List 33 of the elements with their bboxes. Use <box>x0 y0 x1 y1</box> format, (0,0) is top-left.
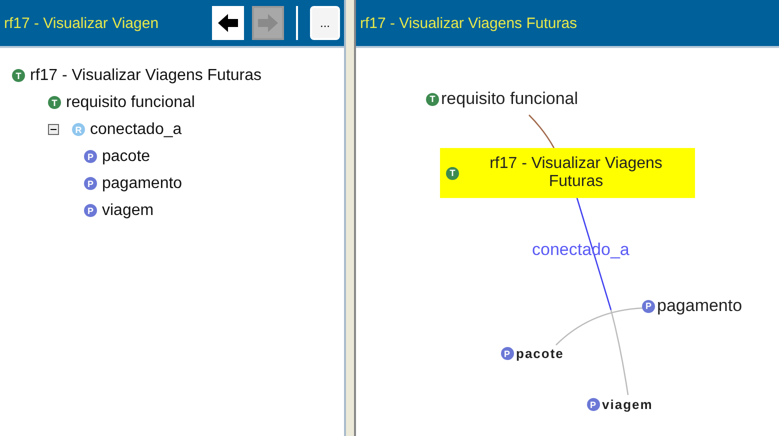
edge-line <box>528 114 555 148</box>
type-badge: P <box>642 300 655 312</box>
forward-arrow-icon <box>257 13 279 33</box>
panel-title: rf17 - Visualizar Viagens Futuras <box>360 14 578 32</box>
tree-item[interactable]: conectado_a <box>90 120 182 138</box>
tree-item[interactable]: pacote <box>102 148 150 166</box>
splitter[interactable] <box>346 0 356 436</box>
node-label[interactable]: pagamento <box>657 296 742 316</box>
type-badge: R <box>72 123 85 136</box>
type-badge: P <box>84 204 97 217</box>
back-arrow-icon <box>217 13 239 33</box>
type-badge: P <box>84 177 97 190</box>
type-badge: T <box>12 69 25 82</box>
panel-title: rf17 - Visualizar Viagen <box>4 14 160 32</box>
type-badge: T <box>48 96 61 109</box>
type-badge: T <box>446 166 459 180</box>
type-badge: P <box>84 150 97 163</box>
type-badge: P <box>501 347 514 360</box>
node-label[interactable]: viagem <box>602 397 653 412</box>
node-label[interactable]: pacote <box>516 346 564 361</box>
tree-item[interactable]: viagem <box>102 202 154 220</box>
tree-item[interactable]: pagamento <box>102 174 182 192</box>
node-highlight[interactable]: T rf17 - Visualizar Viagens Futuras <box>440 148 695 198</box>
node-label[interactable]: requisito funcional <box>441 89 578 109</box>
type-badge: T <box>426 92 439 106</box>
minus-icon <box>48 124 59 135</box>
node-label[interactable]: rf17 - Visualizar Viagens Futuras <box>463 155 689 191</box>
tree-item[interactable]: requisito funcional <box>66 94 195 112</box>
type-badge: P <box>587 398 600 411</box>
collapse-toggle[interactable] <box>48 124 59 135</box>
more-button[interactable]: ... <box>310 6 340 40</box>
back-button[interactable] <box>212 6 244 40</box>
tree-item[interactable]: rf17 - Visualizar Viagens Futuras <box>30 66 262 84</box>
